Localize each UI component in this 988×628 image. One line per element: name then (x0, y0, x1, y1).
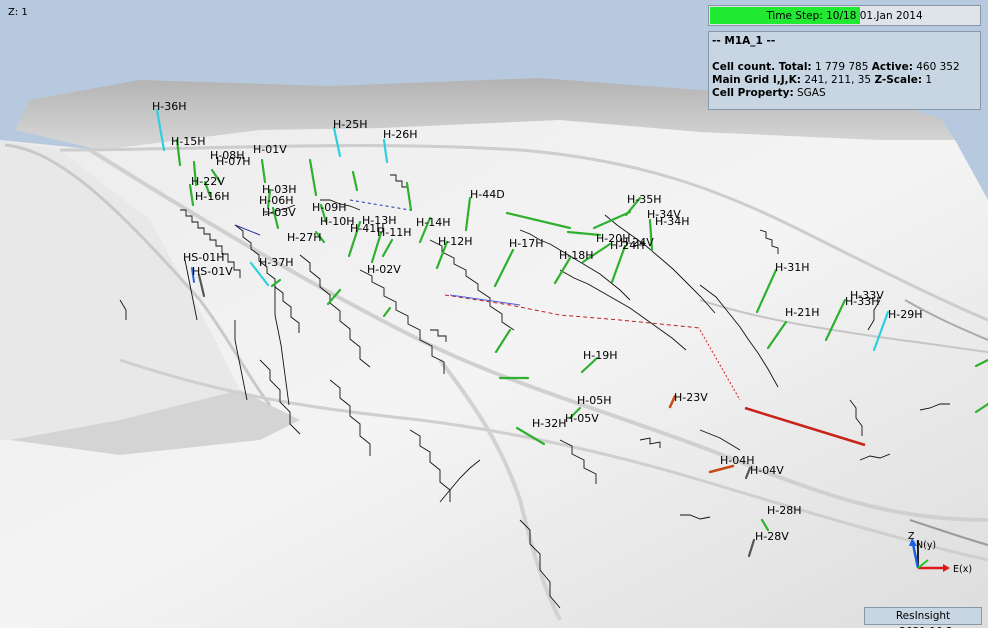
well-label-h-35h[interactable]: H-35H (627, 193, 662, 206)
axis-e-label: E(x) (953, 564, 972, 575)
time-step-indicator: Time Step: 10/18 01.Jan 2014 (708, 5, 981, 26)
axis-n-label: N(y) (916, 540, 936, 551)
time-step-text: Time Step: 10/18 01.Jan 2014 (766, 10, 923, 22)
property-line: Cell Property: SGAS (712, 87, 977, 100)
well-label-h-09h[interactable]: H-09H (312, 201, 347, 214)
well-label-h-12h[interactable]: H-12H (438, 235, 473, 248)
grid-line: Main Grid I,J,K: 241, 211, 35 Z-Scale: 1 (712, 74, 977, 87)
property-label: Cell Property: (712, 87, 794, 99)
well-label-h-07h[interactable]: H-07H (216, 155, 251, 168)
well-label-h-22v[interactable]: H-22V (191, 175, 225, 188)
well-label-h-34h[interactable]: H-34H (655, 215, 690, 228)
well-label-h-36h[interactable]: H-36H (152, 100, 187, 113)
well-label-h-31h[interactable]: H-31H (775, 261, 810, 274)
well-label-h-25h[interactable]: H-25H (333, 118, 368, 131)
property-value: SGAS (797, 87, 826, 99)
active-value: 460 352 (916, 61, 960, 73)
cell-count-total: 1 779 785 (814, 61, 869, 73)
well-label-h-17h[interactable]: H-17H (509, 237, 544, 250)
3d-viewport[interactable]: H-36H H-25H H-15H H-26H H-08H H-07H H-01V H-22V… (0, 0, 988, 628)
grid-label: Main Grid I,J,K: (712, 74, 801, 86)
case-info-box: -- M1A_1 -- Cell count. Total: 1 779 785… (708, 31, 981, 110)
cell-count-label: Cell count. Total: (712, 61, 812, 73)
version-label: ResInsight v2021.10.2 (864, 607, 982, 628)
well-label-h-03v[interactable]: H-03V (262, 206, 296, 219)
well-label-h-02v[interactable]: H-02V (367, 263, 401, 276)
zscale-value: 1 (925, 74, 933, 86)
well-label-h-01v[interactable]: H-01V (253, 143, 287, 156)
well-label-h-26h[interactable]: H-26H (383, 128, 418, 141)
case-name: -- M1A_1 -- (712, 35, 776, 47)
well-label-h-19h[interactable]: H-19H (583, 349, 618, 362)
well-label-h-15h[interactable]: H-15H (171, 135, 206, 148)
well-label-h-37h[interactable]: H-37H (259, 256, 294, 269)
well-label-h-27h[interactable]: H-27H (287, 231, 322, 244)
well-label-h-14h[interactable]: H-14H (416, 216, 451, 229)
well-label-h-04v[interactable]: H-04V (750, 464, 784, 477)
well-label-hs-01h[interactable]: HS-01H (183, 251, 225, 264)
well-label-h-23v[interactable]: H-23V (674, 391, 708, 404)
well-label-h-24v[interactable]: H-24V (620, 236, 654, 249)
well-label-h-11h[interactable]: H-11H (377, 226, 412, 239)
zscale-label: Z-Scale: (874, 74, 923, 86)
well-label-hs-01v[interactable]: HS-01V (192, 265, 233, 278)
well-label-h-21h[interactable]: H-21H (785, 306, 820, 319)
well-label-h-28h[interactable]: H-28H (767, 504, 802, 517)
z-slice-label: Z: 1 (8, 7, 28, 18)
well-label-h-05v[interactable]: H-05V (565, 412, 599, 425)
grid-value: 241, 211, 35 (804, 74, 872, 86)
well-label-h-33h[interactable]: H-33H (845, 295, 880, 308)
well-label-h-05h[interactable]: H-05H (577, 394, 612, 407)
axis-z-label: Z (908, 531, 915, 542)
cell-count-line: Cell count. Total: 1 779 785 Active: 460… (712, 61, 977, 74)
well-label-h-18h[interactable]: H-18H (559, 249, 594, 262)
well-label-h-28v[interactable]: H-28V (755, 530, 789, 543)
well-label-h-16h[interactable]: H-16H (195, 190, 230, 203)
well-label-h-29h[interactable]: H-29H (888, 308, 923, 321)
well-label-h-32h[interactable]: H-32H (532, 417, 567, 430)
well-label-h-44d[interactable]: H-44D (470, 188, 505, 201)
active-label: Active: (871, 61, 913, 73)
